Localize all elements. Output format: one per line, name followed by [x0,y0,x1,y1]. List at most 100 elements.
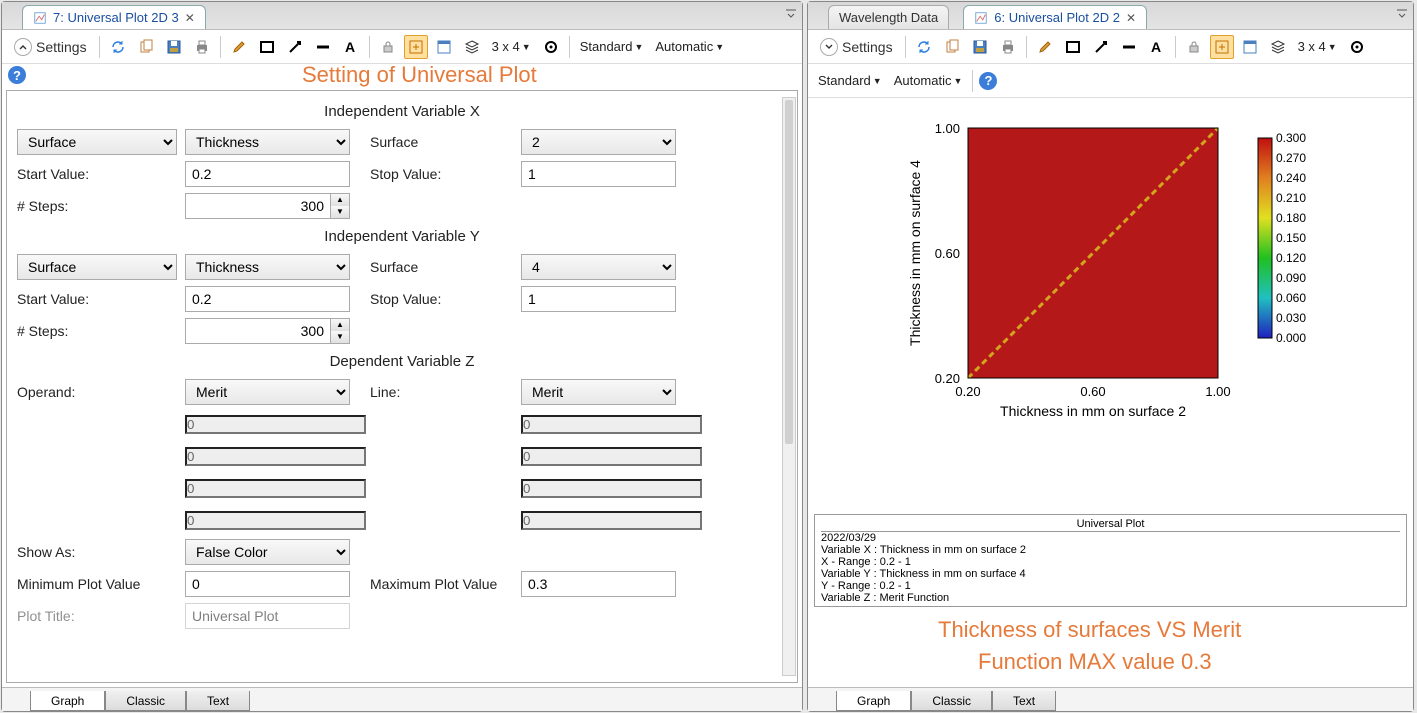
x-stop-input[interactable] [521,161,676,187]
pencil-icon[interactable] [227,35,251,59]
arrow-icon[interactable] [1089,35,1113,59]
tab-overflow-icon[interactable] [1395,6,1409,20]
z-operand-select[interactable]: Merit [185,379,350,405]
spinner-down-icon[interactable]: ▼ [331,206,349,218]
tab-bar: Wavelength Data 6: Universal Plot 2D 2 ✕ [808,2,1413,30]
settings-toggle[interactable]: Settings [814,36,899,58]
target-icon[interactable] [1345,35,1369,59]
z-q2 [521,447,702,466]
close-icon[interactable]: ✕ [1126,11,1136,25]
left-pane: 7: Universal Plot 2D 3 ✕ Settings A 3 x … [1,1,803,712]
y-steps-input[interactable] [185,318,331,344]
svg-text:0.240: 0.240 [1276,171,1306,185]
btab-text[interactable]: Text [186,691,250,711]
y-category-select[interactable]: Surface [17,254,177,280]
bottom-tabs: Graph Classic Text [2,687,802,711]
y-property-select[interactable]: Thickness [185,254,350,280]
annotation-left: Setting of Universal Plot [302,62,537,88]
svg-text:0.60: 0.60 [1080,384,1105,399]
help-icon[interactable]: ? [979,72,997,90]
line-icon[interactable] [311,35,335,59]
copy-icon[interactable] [940,35,964,59]
window-icon[interactable] [432,35,456,59]
tab-universal-plot-2[interactable]: 6: Universal Plot 2D 2 ✕ [963,5,1147,29]
svg-text:0.030: 0.030 [1276,311,1306,325]
pencil-icon[interactable] [1033,35,1057,59]
spinner-up-icon[interactable]: ▲ [331,319,349,331]
bottom-tabs: Graph Classic Text [808,687,1413,711]
info-line: Y - Range : 0.2 - 1 [821,580,1400,592]
y-stop-input[interactable] [521,286,676,312]
tab-wavelength-data[interactable]: Wavelength Data [828,5,949,29]
plot-title-input[interactable] [185,603,350,629]
standard-dropdown[interactable]: Standard▼ [576,39,648,54]
target-icon[interactable] [539,35,563,59]
z-line-select[interactable]: Merit [521,379,676,405]
refresh-icon[interactable] [912,35,936,59]
rect-icon[interactable] [255,35,279,59]
info-line: Variable X : Thickness in mm on surface … [821,544,1400,556]
rect-icon[interactable] [1061,35,1085,59]
layers-icon[interactable] [1266,35,1290,59]
btab-graph[interactable]: Graph [30,691,105,711]
standard-dropdown[interactable]: Standard▼ [814,73,886,88]
btab-classic[interactable]: Classic [911,691,992,711]
y-surface-select[interactable]: 4 [521,254,676,280]
spinner-up-icon[interactable]: ▲ [331,194,349,206]
scrollbar[interactable] [782,97,796,676]
text-icon[interactable]: A [1145,35,1169,59]
x-property-select[interactable]: Thickness [185,129,350,155]
min-input[interactable] [185,571,350,597]
zoom-fit-icon[interactable] [1210,35,1234,59]
info-line: Variable Z : Merit Function [821,592,1400,604]
print-icon[interactable] [996,35,1020,59]
info-line: 2022/03/29 [821,532,1400,544]
refresh-icon[interactable] [106,35,130,59]
btab-classic[interactable]: Classic [105,691,186,711]
window-icon[interactable] [1238,35,1262,59]
max-input[interactable] [521,571,676,597]
plot-area: 1.00 0.60 0.20 0.20 0.60 1.00 Thickness … [808,98,1413,514]
copy-icon[interactable] [134,35,158,59]
x-surface-select[interactable]: 2 [521,129,676,155]
x-steps-input[interactable] [185,193,331,219]
close-icon[interactable]: ✕ [185,11,195,25]
save-icon[interactable] [162,35,186,59]
svg-text:1.00: 1.00 [1205,384,1230,399]
settings-toggle[interactable]: Settings [8,36,93,58]
save-icon[interactable] [968,35,992,59]
info-line: Variable Y : Thickness in mm on surface … [821,568,1400,580]
print-icon[interactable] [190,35,214,59]
section-y-title: Independent Variable Y [17,222,787,251]
showas-select[interactable]: False Color [185,539,350,565]
x-start-label: Start Value: [17,166,177,182]
annotation-right-1: Thickness of surfaces VS Merit [938,617,1241,643]
svg-text:0.300: 0.300 [1276,131,1306,145]
svg-text:1.00: 1.00 [935,121,960,136]
grid-size-dropdown[interactable]: 3 x 4▼ [488,39,535,54]
automatic-dropdown[interactable]: Automatic▼ [890,73,967,88]
layers-icon[interactable] [460,35,484,59]
heatmap-plot[interactable]: 1.00 0.60 0.20 0.20 0.60 1.00 Thickness … [818,108,1398,438]
tab-universal-plot-3[interactable]: 7: Universal Plot 2D 3 ✕ [22,5,206,29]
zoom-fit-icon[interactable] [404,35,428,59]
y-start-input[interactable] [185,286,350,312]
help-icon[interactable]: ? [8,66,26,84]
spinner-down-icon[interactable]: ▼ [331,331,349,343]
right-pane: Wavelength Data 6: Universal Plot 2D 2 ✕… [807,1,1414,712]
lock-icon[interactable] [376,35,400,59]
lock-icon[interactable] [1182,35,1206,59]
arrow-icon[interactable] [283,35,307,59]
x-category-select[interactable]: Surface [17,129,177,155]
text-icon[interactable]: A [339,35,363,59]
x-start-input[interactable] [185,161,350,187]
automatic-dropdown[interactable]: Automatic▼ [651,39,728,54]
svg-text:0.000: 0.000 [1276,331,1306,345]
z-p4 [185,511,366,530]
line-icon[interactable] [1117,35,1141,59]
grid-size-dropdown[interactable]: 3 x 4▼ [1294,39,1341,54]
tab-overflow-icon[interactable] [784,6,798,20]
svg-text:0.180: 0.180 [1276,211,1306,225]
btab-graph[interactable]: Graph [836,691,911,711]
btab-text[interactable]: Text [992,691,1056,711]
